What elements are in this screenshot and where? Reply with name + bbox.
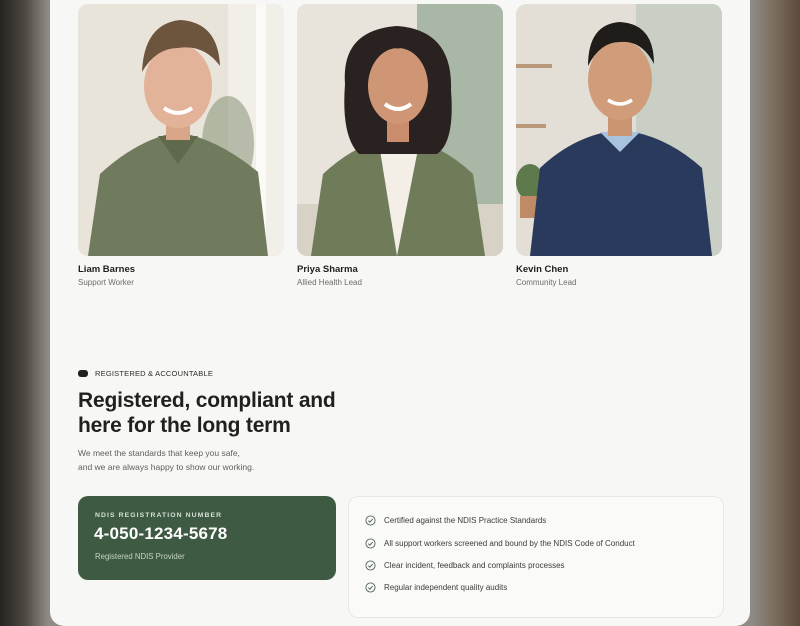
team-grid: Liam Barnes Support Worker Priya Sharma … [78,4,724,287]
checklist-item: Certified against the NDIS Practice Stan… [365,515,546,526]
checklist-item: Clear incident, feedback and complaints … [365,560,565,571]
section-heading-line: Registered, compliant and [78,389,336,412]
checklist-item-label: Clear incident, feedback and complaints … [384,561,565,570]
team-member-name: Kevin Chen [516,264,569,275]
check-circle-icon [365,560,376,571]
team-member-role: Support Worker [78,278,134,287]
registration-subtitle: Registered NDIS Provider [95,552,185,561]
section-heading-line: here for the long term [78,414,291,437]
team-member-photo [516,4,722,256]
section-tag: REGISTERED & ACCOUNTABLE [78,369,213,378]
team-member-photo [78,4,284,256]
team-member-card: Kevin Chen Community Lead [516,4,722,287]
page-card: Liam Barnes Support Worker Priya Sharma … [50,0,750,626]
checklist-item: All support workers screened and bound b… [365,538,635,549]
team-member-name: Liam Barnes [78,264,136,275]
team-member-card: Liam Barnes Support Worker [78,4,284,287]
badge-icon [78,370,88,377]
check-circle-icon [365,538,376,549]
section-tag-label: REGISTERED & ACCOUNTABLE [95,369,214,378]
checklist-item-label: All support workers screened and bound b… [384,539,635,548]
registration-label: NDIS REGISTRATION NUMBER [95,512,223,519]
team-member-photo [297,4,503,256]
section-description-line: We meet the standards that keep you safe… [78,448,240,458]
team-member-card: Priya Sharma Allied Health Lead [297,4,503,287]
check-circle-icon [365,582,376,593]
checklist-item: Regular independent quality audits [365,582,507,593]
section-description-line: and we are always happy to show our work… [78,462,255,472]
team-member-role: Allied Health Lead [297,278,362,287]
section-heading: Registered, compliant and here for the l… [78,388,398,438]
check-circle-icon [365,515,376,526]
team-member-role: Community Lead [516,278,577,287]
team-member-name: Priya Sharma [297,264,358,275]
checklist-item-label: Regular independent quality audits [384,583,508,592]
registration-number: 4-050-1234-5678 [94,524,228,543]
section-description: We meet the standards that keep you safe… [78,446,254,474]
checklist-item-label: Certified against the NDIS Practice Stan… [384,516,547,525]
registration-card: NDIS REGISTRATION NUMBER 4-050-1234-5678… [78,496,336,580]
